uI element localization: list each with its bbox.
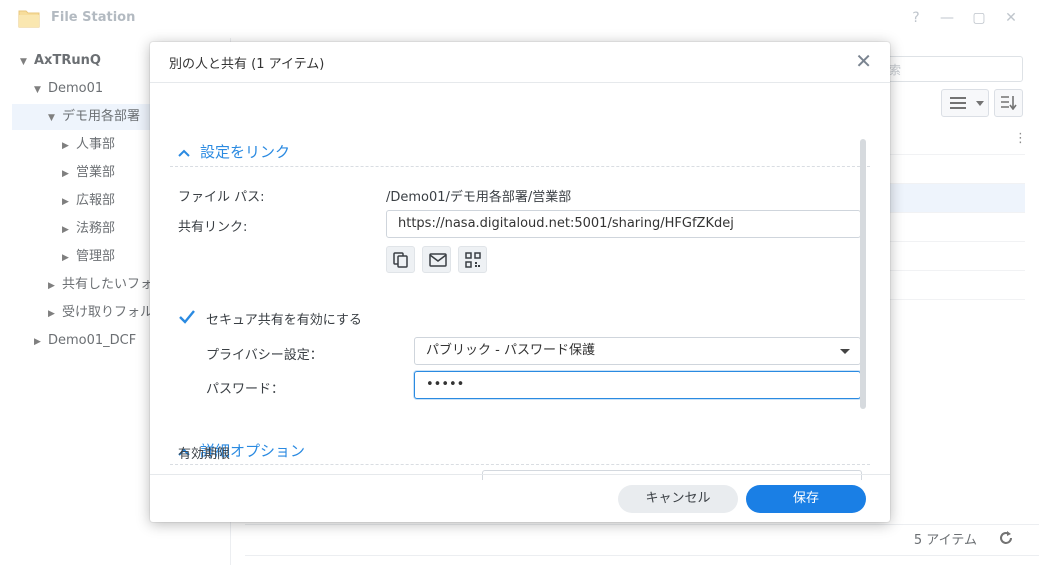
- password-input[interactable]: •••••: [414, 371, 861, 399]
- dialog-footer: キャンセル 保存: [150, 474, 890, 523]
- password-label: パスワード：: [206, 382, 285, 397]
- save-button[interactable]: 保存: [746, 485, 866, 513]
- share-link-field[interactable]: https://nasa.digitaloud.net:5001/sharing…: [386, 210, 861, 238]
- file-path-label: ファイル パス:: [178, 190, 265, 205]
- cancel-button[interactable]: キャンセル: [618, 485, 738, 513]
- secure-share-label: セキュア共有を有効にする: [206, 313, 362, 328]
- copy-icon: [393, 252, 408, 268]
- file-path-value: /Demo01/デモ用各部署/営業部: [386, 190, 572, 205]
- qr-code-icon: [465, 252, 481, 268]
- chevron-up-icon: [178, 149, 190, 157]
- secure-share-checkbox[interactable]: [178, 308, 196, 326]
- share-link-label: 共有リンク:: [178, 220, 248, 235]
- link-settings-header[interactable]: 設定をリンク: [178, 141, 290, 162]
- divider: [170, 166, 870, 167]
- dropdown-arrow-icon: [840, 349, 850, 354]
- dialog-body: 設定をリンク ファイル パス: /Demo01/デモ用各部署/営業部 共有リンク…: [150, 83, 890, 473]
- expiry-label: 有効期限: [178, 447, 231, 462]
- scrollbar[interactable]: [860, 139, 866, 409]
- qr-code-button[interactable]: [458, 246, 487, 273]
- dialog-title: 別の人と共有 (1 アイテム): [169, 57, 325, 72]
- share-dialog: 別の人と共有 (1 アイテム) ✕ 設定をリンク ファイル パス: /Demo0…: [150, 42, 890, 522]
- mail-icon: [429, 253, 447, 267]
- copy-link-button[interactable]: [386, 246, 415, 273]
- privacy-select[interactable]: パブリック - パスワード保護: [414, 337, 861, 365]
- divider: [170, 464, 870, 465]
- privacy-selected-value: パブリック - パスワード保護: [426, 343, 595, 358]
- dialog-header: 別の人と共有 (1 アイテム) ✕: [150, 42, 890, 83]
- email-link-button[interactable]: [422, 246, 451, 273]
- section-title: 設定をリンク: [200, 143, 291, 161]
- close-icon[interactable]: ✕: [855, 50, 872, 72]
- privacy-label: プライバシー設定：: [206, 348, 323, 363]
